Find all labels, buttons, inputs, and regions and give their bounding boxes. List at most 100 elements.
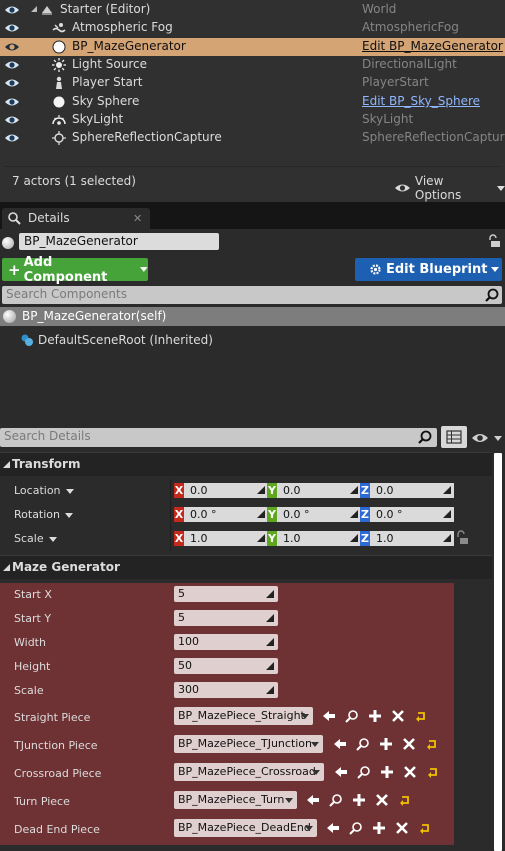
actor-name-field[interactable]: BP_MazeGenerator: [19, 233, 219, 250]
number-field[interactable]: 5: [174, 586, 278, 602]
use-selected-arrow-icon[interactable]: [322, 709, 336, 723]
component-root-row[interactable]: DefaultSceneRoot (Inherited): [20, 333, 213, 347]
add-icon[interactable]: [380, 765, 394, 779]
axis-z-label: Z: [360, 507, 370, 522]
outliner-row[interactable]: Player Start PlayerStart: [0, 74, 505, 92]
asset-picker[interactable]: BP_MazePiece_Straight: [174, 707, 313, 725]
tab-details[interactable]: Details ✕: [2, 208, 150, 229]
visibility-eye-icon[interactable]: [4, 97, 20, 107]
use-selected-arrow-icon[interactable]: [333, 737, 347, 751]
close-icon[interactable]: ✕: [133, 212, 142, 225]
search-details-input[interactable]: [0, 428, 460, 444]
vector-y-field[interactable]: Y 0.0: [267, 483, 361, 498]
vector-x-field[interactable]: X 0.0: [174, 483, 268, 498]
value-box[interactable]: 0.0: [277, 483, 361, 498]
visibility-eye-icon[interactable]: [4, 78, 20, 88]
value-box[interactable]: 0.0 °: [277, 507, 361, 522]
clear-icon[interactable]: [403, 765, 417, 779]
browse-search-icon[interactable]: [356, 737, 370, 751]
search-components-input[interactable]: [2, 286, 462, 302]
reset-to-default-icon[interactable]: [398, 793, 412, 807]
browse-search-icon[interactable]: [357, 765, 371, 779]
clear-icon[interactable]: [391, 709, 405, 723]
value-box[interactable]: 0.0: [184, 483, 268, 498]
visibility-filter-button[interactable]: [470, 431, 504, 445]
category-maze-generator[interactable]: Maze Generator: [0, 555, 492, 579]
vector-y-field[interactable]: Y 0.0 °: [267, 507, 361, 522]
vector-z-field[interactable]: Z 0.0: [360, 483, 454, 498]
use-selected-arrow-icon[interactable]: [334, 765, 348, 779]
add-icon[interactable]: [368, 709, 382, 723]
outliner-row[interactable]: Light Source DirectionalLight: [0, 56, 505, 74]
outliner-row[interactable]: Sky Sphere Edit BP_Sky_Sphere: [0, 93, 505, 111]
component-self-row[interactable]: BP_MazeGenerator(self): [0, 307, 505, 326]
visibility-eye-icon[interactable]: [4, 115, 20, 125]
vector-z-field[interactable]: Z 1.0: [360, 531, 454, 546]
add-component-button[interactable]: + Add Component: [2, 255, 148, 285]
lock-icon[interactable]: [487, 234, 501, 248]
asset-picker[interactable]: BP_MazePiece_TJunction: [174, 735, 323, 753]
clear-icon[interactable]: [395, 821, 409, 835]
number-field[interactable]: 50: [174, 658, 278, 674]
visibility-eye-icon[interactable]: [4, 133, 20, 143]
browse-search-icon[interactable]: [345, 709, 359, 723]
asset-picker[interactable]: BP_MazePiece_Crossroad: [174, 763, 324, 781]
visibility-eye-icon[interactable]: [4, 42, 20, 52]
edit-blueprint-button[interactable]: Edit Blueprint: [355, 258, 502, 281]
reset-to-default-icon[interactable]: [426, 765, 440, 779]
asset-picker[interactable]: BP_MazePiece_DeadEnd: [174, 819, 317, 837]
vector-z-field[interactable]: Z 0.0 °: [360, 507, 454, 522]
asset-picker[interactable]: BP_MazePiece_Turn: [174, 791, 297, 809]
add-icon[interactable]: [372, 821, 386, 835]
axis-y-label: Y: [267, 507, 277, 522]
edit-blueprint-link[interactable]: Edit BP_MazeGenerator: [362, 39, 503, 53]
reset-to-default-icon[interactable]: [418, 821, 432, 835]
property-label[interactable]: Scale: [14, 532, 57, 545]
outliner-row-selected[interactable]: BP_MazeGenerator Edit BP_MazeGenerator: [0, 38, 505, 56]
vector-y-field[interactable]: Y 1.0: [267, 531, 361, 546]
use-selected-arrow-icon[interactable]: [306, 793, 320, 807]
edit-blueprint-link[interactable]: Edit BP_Sky_Sphere: [362, 94, 480, 108]
outliner-row[interactable]: Atmospheric Fog AtmosphericFog: [0, 19, 505, 37]
value-box[interactable]: 1.0: [184, 531, 268, 546]
drag-handle-icon: [257, 510, 265, 518]
browse-search-icon[interactable]: [349, 821, 363, 835]
category-transform[interactable]: Transform: [0, 452, 492, 476]
vector-x-field[interactable]: X 0.0 °: [174, 507, 268, 522]
use-selected-arrow-icon[interactable]: [326, 821, 340, 835]
clear-icon[interactable]: [375, 793, 389, 807]
value-box[interactable]: 0.0 °: [184, 507, 268, 522]
collapse-arrow-icon[interactable]: [30, 5, 38, 13]
drag-handle-icon: [257, 534, 265, 542]
visibility-eye-icon[interactable]: [4, 60, 20, 70]
outliner-row[interactable]: Starter (Editor) World: [0, 1, 505, 19]
add-icon[interactable]: [379, 737, 393, 751]
fog-icon: [52, 23, 66, 33]
divider: [4, 166, 501, 167]
value-box[interactable]: 1.0: [370, 531, 454, 546]
value-box[interactable]: 1.0: [277, 531, 361, 546]
clear-icon[interactable]: [402, 737, 416, 751]
lock-icon[interactable]: [456, 530, 470, 546]
outliner-row[interactable]: SkyLight SkyLight: [0, 111, 505, 129]
reset-to-default-icon[interactable]: [414, 709, 428, 723]
visibility-eye-icon[interactable]: [4, 23, 20, 33]
value-box[interactable]: 0.0 °: [370, 507, 454, 522]
outliner-row[interactable]: SphereReflectionCapture SphereReflection…: [0, 129, 505, 147]
property-label[interactable]: Rotation: [14, 508, 74, 521]
view-options-button[interactable]: View Options: [394, 174, 505, 202]
number-field[interactable]: 5: [174, 610, 278, 626]
number-field[interactable]: 100: [174, 634, 278, 650]
vector-x-field[interactable]: X 1.0: [174, 531, 268, 546]
collapse-arrow-icon: [3, 564, 10, 571]
property-label[interactable]: Location: [14, 484, 74, 497]
number-field[interactable]: 300: [174, 682, 278, 698]
scrollbar[interactable]: [494, 453, 502, 851]
chevron-down-icon: [491, 267, 500, 272]
reset-to-default-icon[interactable]: [425, 737, 439, 751]
property-matrix-button[interactable]: [441, 426, 467, 448]
value-box[interactable]: 0.0: [370, 483, 454, 498]
browse-search-icon[interactable]: [329, 793, 343, 807]
add-icon[interactable]: [352, 793, 366, 807]
visibility-eye-icon[interactable]: [4, 5, 20, 15]
